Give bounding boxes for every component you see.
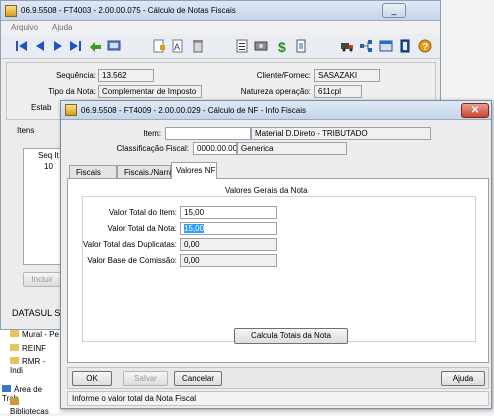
network-icon[interactable]	[359, 39, 373, 53]
menu-bar: Arquivo Ajuda	[1, 21, 440, 34]
last-record-icon[interactable]	[68, 39, 82, 53]
valores-group-title: Valores Gerais da Nota	[221, 186, 312, 195]
valor-total-duplicatas-field: 0,00	[180, 238, 277, 251]
svg-text:$: $	[278, 39, 286, 53]
library-icon	[10, 398, 19, 405]
classificacao-description: Generica	[237, 142, 347, 155]
cliente-label: Cliente/Fornec:	[256, 71, 311, 80]
cliente-field: SASAZAKI	[314, 69, 380, 82]
sequencia-label: Sequência:	[55, 71, 96, 80]
screen-icon[interactable]	[107, 39, 121, 53]
tools-icon[interactable]	[254, 39, 268, 53]
close-button[interactable]: ✕	[461, 103, 489, 118]
valor-total-nota-value: 15,00	[184, 224, 205, 233]
valor-total-nota-label: Valor Total da Nota:	[107, 224, 177, 233]
document-icon[interactable]	[294, 39, 308, 53]
salvar-button[interactable]: Salvar	[123, 371, 168, 386]
estab-label: Estab	[31, 103, 52, 112]
natureza-field: 611cpl	[314, 85, 362, 98]
tipo-nota-field: Complementar de Imposto	[98, 85, 202, 98]
folder-icon	[10, 330, 19, 337]
valor-total-item-field[interactable]: 15,00	[180, 206, 277, 219]
classificacao-label: Classificação Fiscal:	[116, 144, 189, 153]
tab-page: Valores Gerais da Nota Valor Total do It…	[67, 178, 489, 363]
explorer-item-reinf[interactable]: REINF	[10, 344, 46, 353]
dialog-status-bar: Informe o valor total da Nota Fiscal	[67, 391, 489, 406]
help-icon[interactable]: ?	[418, 39, 432, 53]
money-icon[interactable]: $	[275, 39, 289, 53]
tab-valores-nf[interactable]: Valores NF	[171, 162, 217, 179]
tipo-nota-label: Tipo da Nota:	[48, 87, 96, 96]
folder-icon	[10, 344, 19, 351]
menu-arquivo[interactable]: Arquivo	[11, 23, 38, 32]
item-label: Item:	[143, 129, 161, 138]
valor-base-comissao-field: 0,00	[180, 254, 277, 267]
ok-button[interactable]: OK	[72, 371, 112, 386]
truck-icon[interactable]	[340, 39, 354, 53]
item-description: Material D.Direto - TRIBUTADO	[251, 127, 431, 140]
svg-text:A: A	[174, 42, 180, 52]
status-message: Informe o valor total da Nota Fiscal	[72, 394, 197, 403]
outer-status: DATASUL S	[12, 308, 61, 318]
tab-fiscais[interactable]: Fiscais	[69, 165, 117, 178]
dialog-title-bar: 06.9.5508 - FT4009 - 2.00.00.029 - Cálcu…	[61, 101, 491, 120]
sequencia-field: 13.562	[98, 69, 154, 82]
classificacao-field[interactable]: 0000.00.00	[193, 142, 237, 155]
incluir-button[interactable]: Incluir	[23, 272, 61, 287]
app-icon	[5, 4, 17, 17]
explorer-item-mural[interactable]: Mural - Pe	[10, 330, 59, 339]
delete-icon[interactable]	[191, 39, 205, 53]
folder-icon	[10, 357, 19, 364]
dialog-window: 06.9.5508 - FT4009 - 2.00.00.029 - Cálcu…	[60, 100, 492, 409]
first-record-icon[interactable]	[15, 39, 29, 53]
dialog-title: 06.9.5508 - FT4009 - 2.00.00.029 - Cálcu…	[81, 105, 307, 115]
tab-fiscais-narra[interactable]: Fiscais./Narra	[117, 165, 173, 178]
valor-total-item-label: Valor Total do Item:	[108, 208, 177, 217]
list-icon[interactable]	[235, 39, 249, 53]
cancelar-button[interactable]: Cancelar	[174, 371, 222, 386]
valor-total-nota-field[interactable]: 15,00	[180, 222, 277, 235]
grid-row[interactable]: 10	[44, 162, 53, 171]
grid-header: Seq It	[38, 151, 59, 160]
previous-record-icon[interactable]	[33, 39, 47, 53]
svg-text:?: ?	[422, 42, 428, 53]
minimize-button[interactable]: _	[382, 3, 406, 18]
ajuda-button[interactable]: Ajuda	[441, 371, 485, 386]
valores-group	[82, 196, 476, 342]
itens-grid: Seq It 10	[23, 148, 63, 265]
edit-document-icon[interactable]: A	[171, 39, 185, 53]
explorer-panel: Mural - Pe REINF RMR - Indi Área de Trab…	[0, 330, 60, 416]
item-field[interactable]	[165, 127, 251, 140]
dialog-app-icon	[65, 104, 77, 116]
valor-total-duplicatas-label: Valor Total das Duplicatas:	[83, 240, 177, 249]
outer-title-bar: 06.9.5508 - FT4003 - 2.00.00.075 - Cálcu…	[1, 1, 440, 21]
new-document-icon[interactable]	[152, 39, 166, 53]
explorer-item-biblioteca[interactable]: Bibliotecas	[10, 398, 60, 416]
next-record-icon[interactable]	[51, 39, 65, 53]
outer-title: 06.9.5508 - FT4003 - 2.00.00.075 - Cálcu…	[21, 6, 236, 15]
explorer-item-rmr[interactable]: RMR - Indi	[10, 357, 60, 375]
window-icon[interactable]	[379, 39, 393, 53]
itens-label: Itens	[17, 126, 35, 135]
exit-door-icon[interactable]	[398, 39, 412, 53]
desktop-icon	[2, 385, 11, 392]
menu-ajuda[interactable]: Ajuda	[52, 23, 72, 32]
return-icon[interactable]	[89, 39, 103, 53]
calcula-totais-button[interactable]: Calcula Totais da Nota	[234, 328, 348, 344]
toolbar	[1, 35, 440, 59]
natureza-label: Natureza operação:	[240, 87, 311, 96]
valor-base-comissao-label: Valor Base de Comissão:	[87, 256, 177, 265]
